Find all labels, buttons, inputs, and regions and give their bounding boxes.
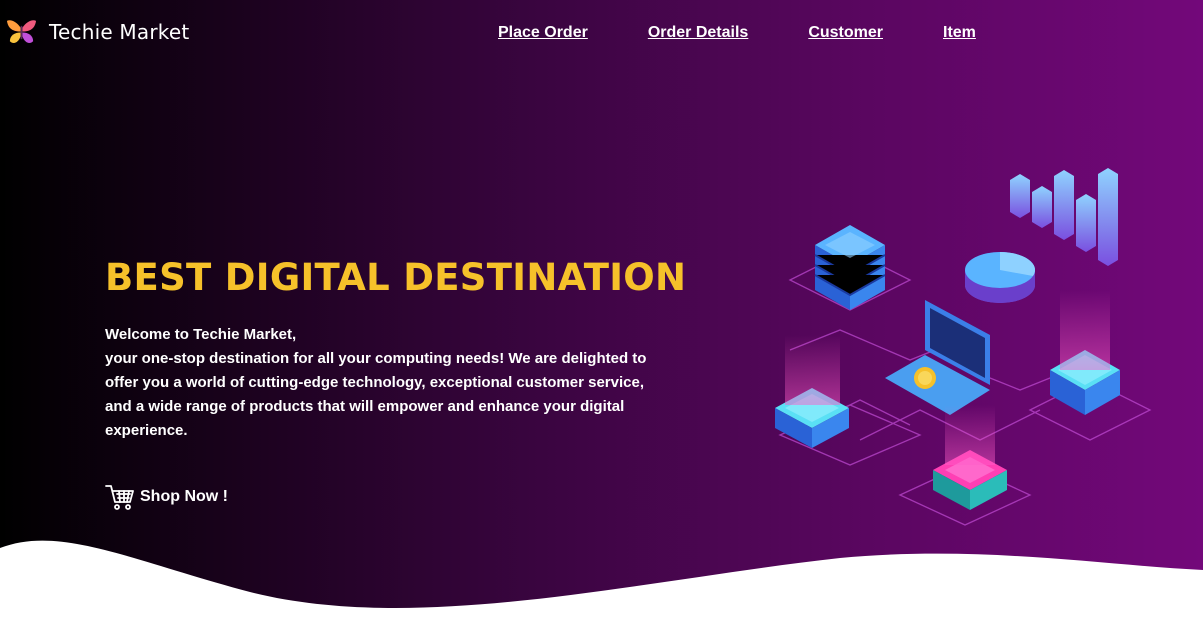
hero-greeting: Welcome to Techie Market, bbox=[105, 326, 297, 343]
server-stack-left bbox=[775, 335, 849, 448]
shopping-cart-icon bbox=[105, 485, 134, 510]
pie-chart-graphic bbox=[965, 252, 1036, 303]
brand-name: Techie Market bbox=[49, 19, 190, 44]
nav-link-place-order[interactable]: Place Order bbox=[498, 24, 588, 42]
nav-link-customer[interactable]: Customer bbox=[808, 24, 883, 42]
hero-description: your one-stop destination for all your c… bbox=[105, 350, 647, 439]
laptop-graphic bbox=[885, 300, 990, 415]
nav-link-item[interactable]: Item bbox=[943, 24, 976, 42]
isometric-data-center-illustration bbox=[775, 168, 1152, 526]
nav-link-order-details[interactable]: Order Details bbox=[648, 24, 748, 42]
hero-text: Welcome to Techie Market, your one-stop … bbox=[105, 323, 665, 443]
bar-chart-graphic bbox=[1010, 168, 1118, 266]
hero-title: BEST DIGITAL DESTINATION bbox=[105, 256, 687, 299]
butterfly-logo-icon bbox=[6, 20, 37, 43]
server-stack-bottom bbox=[933, 405, 1007, 510]
navbar: Techie Market Place Order Order Details … bbox=[0, 0, 1203, 66]
bottom-wave-shape bbox=[0, 540, 1203, 624]
nav-links: Place Order Order Details Customer Item bbox=[498, 24, 1036, 42]
shop-now-label: Shop Now ! bbox=[140, 488, 228, 505]
shop-now-button[interactable]: Shop Now ! bbox=[104, 481, 228, 513]
brand[interactable]: Techie Market bbox=[6, 16, 189, 47]
server-stack-right bbox=[1050, 290, 1120, 415]
